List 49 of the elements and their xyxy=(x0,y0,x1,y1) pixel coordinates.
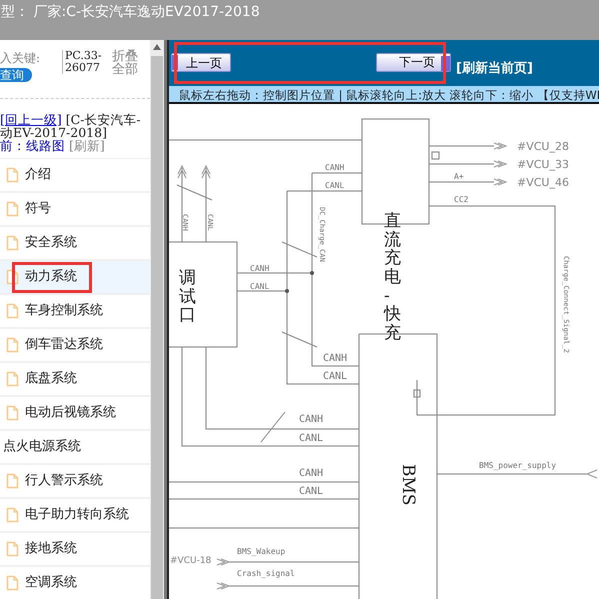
scrollbar-thumb[interactable] xyxy=(151,56,163,599)
file-icon xyxy=(6,167,19,183)
signal-label: CANH xyxy=(299,469,324,479)
signal-label: CANL xyxy=(299,487,324,497)
keyword-field[interactable]: PC.33-26077 xyxy=(62,50,106,74)
reference-label: #VCU_33 xyxy=(517,159,569,170)
refresh-link[interactable]: [刷新] xyxy=(68,138,105,153)
signal-label: CC2 xyxy=(454,196,468,204)
breadcrumb-text: [回上一级] [C-长安汽车-动EV-2017-2018] 前：线路图 [刷新] xyxy=(0,111,142,155)
reference-label: #VCU_28 xyxy=(517,141,569,152)
signal-label: CANL xyxy=(325,182,344,190)
file-icon xyxy=(6,303,19,319)
previous-page-button[interactable]: 上一页 xyxy=(171,53,231,72)
signal-label: CANH xyxy=(299,415,324,425)
signal-label: A+ xyxy=(454,173,464,181)
hint-bar: 鼠标左右拖动：控制图片位置 | 鼠标滚轮向上:放大 滚轮向下：缩小 【仅支持WI xyxy=(169,86,599,104)
file-icon xyxy=(6,575,19,591)
file-icon xyxy=(6,507,19,523)
file-icon xyxy=(6,473,19,489)
block-label: BMS xyxy=(399,464,416,506)
file-icon xyxy=(6,371,19,387)
file-icon xyxy=(6,201,19,217)
search-label: 入关键: xyxy=(0,51,40,65)
scroll-up-icon[interactable] xyxy=(152,43,162,51)
signal-label: BMS_Wakeup xyxy=(237,548,286,556)
signal-label: CANH xyxy=(325,164,344,172)
block-label: 直流充电-快充 xyxy=(384,212,401,343)
signal-label: CANL xyxy=(250,283,270,291)
signal-label: CANH xyxy=(323,354,348,364)
reference-label: #VCU_46 xyxy=(517,177,569,188)
file-icon xyxy=(6,235,19,251)
parent-level-link[interactable]: [回上一级] xyxy=(0,112,62,127)
signal-label: CANH xyxy=(250,265,270,273)
file-icon xyxy=(6,405,19,421)
signal-label: BMS_power_supply xyxy=(479,462,556,470)
window-title: 型： 厂家:C-长安汽车逸动EV2017-2018 xyxy=(1,4,260,20)
collapse-all-link[interactable]: 折叠全部 xyxy=(112,50,150,76)
signal-label: CANL xyxy=(299,434,324,444)
block-label: 调试口 xyxy=(179,269,196,326)
next-page-button[interactable]: 下一页 xyxy=(376,53,451,72)
file-icon xyxy=(6,541,19,557)
file-icon xyxy=(6,337,19,353)
query-button[interactable]: 查询 xyxy=(0,68,32,82)
reference-label: #VCU-18 xyxy=(170,557,212,566)
current-page-link[interactable]: 前：线路图 xyxy=(0,138,65,153)
tree-item[interactable]: 动力系统 xyxy=(0,261,150,295)
signal-label: CANL xyxy=(323,372,348,382)
signal-label: Crash_signal xyxy=(237,570,295,578)
refresh-page-link[interactable]: [刷新当前页] xyxy=(456,59,533,78)
